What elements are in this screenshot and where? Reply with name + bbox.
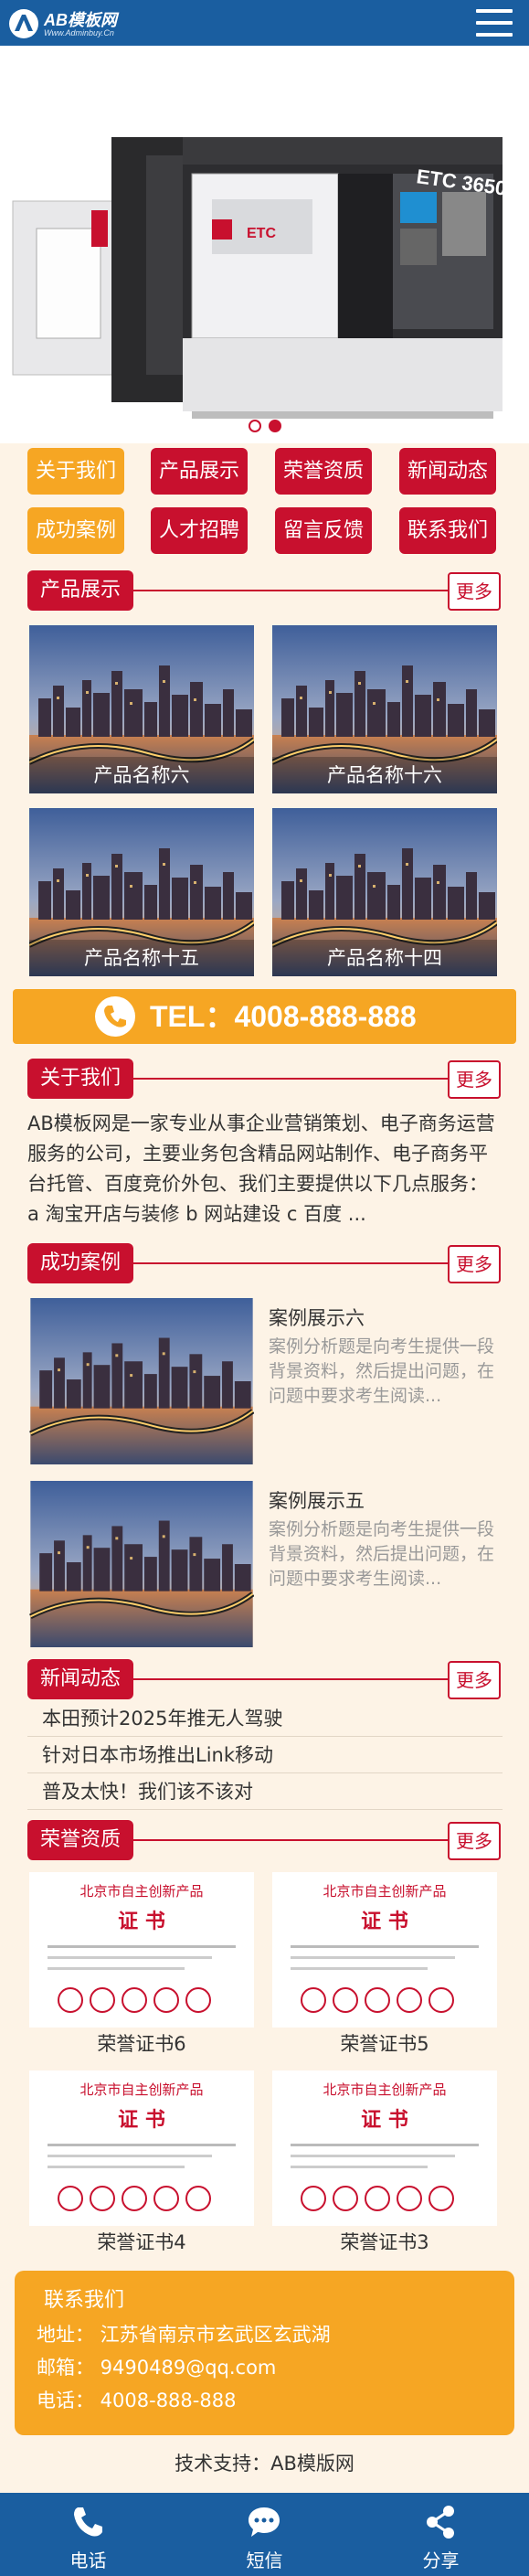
- certificate-seals: [48, 1945, 236, 2013]
- svg-text:ETC: ETC: [247, 226, 276, 241]
- product-name: 产品名称十五: [29, 940, 254, 976]
- certificate-card[interactable]: 北京市自主创新产品 证 书: [29, 1872, 254, 2028]
- news-item[interactable]: 针对日本市场推出Link移动: [27, 1737, 503, 1773]
- footer-sms-button[interactable]: 短信: [176, 2493, 353, 2576]
- contact-phone[interactable]: 电话： 4008-888-888: [37, 2386, 236, 2413]
- slide-dot-1[interactable]: [248, 420, 261, 432]
- certificate-name: 荣誉证书5: [340, 2033, 429, 2055]
- about-text: AB模板网是一家专业从事企业营销策划、电子商务运营服务的公司，主要业务包含精品网…: [27, 1112, 495, 1225]
- certificate-card[interactable]: 北京市自主创新产品 证 书: [29, 2070, 254, 2226]
- product-card[interactable]: 产品名称十五: [29, 808, 254, 976]
- product-name: 产品名称六: [29, 757, 254, 793]
- logo-subtext: Www.Adminbuy.Cn: [44, 28, 114, 37]
- more-button[interactable]: 更多: [448, 1661, 501, 1699]
- cases-section-header: 成功案例 更多: [27, 1243, 501, 1283]
- nav-feedback[interactable]: 留言反馈: [275, 507, 372, 554]
- footer-label: 分享: [422, 2549, 460, 2571]
- top-header: AB模板网 Www.Adminbuy.Cn: [0, 0, 529, 46]
- nav-honors[interactable]: 荣誉资质: [275, 448, 372, 495]
- contact-address: 地址： 江苏省南京市玄武区玄武湖: [37, 2324, 331, 2346]
- case-desc: 案例分析题是向考生提供一段背景资料，然后提出问题，在问题中要求考生阅读...: [269, 1519, 495, 1589]
- honors-section-header: 荣誉资质 更多: [27, 1820, 501, 1860]
- certificate-card[interactable]: 北京市自主创新产品 证 书: [272, 1872, 497, 2028]
- nav-jobs[interactable]: 人才招聘: [151, 507, 248, 554]
- section-title: 荣誉资质: [27, 1820, 134, 1860]
- more-button[interactable]: 更多: [448, 1822, 501, 1860]
- phone-icon: [74, 2507, 102, 2537]
- case-desc: 案例分析题是向考生提供一段背景资料，然后提出问题，在问题中要求考生阅读...: [269, 1336, 495, 1406]
- nav-about[interactable]: 关于我们: [27, 448, 124, 495]
- footer-call-button[interactable]: 电话: [0, 2493, 176, 2576]
- section-title: 成功案例: [27, 1243, 134, 1283]
- section-title: 产品展示: [27, 570, 134, 611]
- tel-number: TEL：4008-888-888: [150, 1000, 417, 1033]
- product-card[interactable]: 产品名称十六: [272, 625, 497, 793]
- products-section-header: 产品展示 更多: [27, 570, 501, 611]
- case-item[interactable]: 案例展示五 案例分析题是向考生提供一段背景资料，然后提出问题，在问题中要求考生阅…: [29, 1481, 503, 1647]
- more-button[interactable]: 更多: [448, 1245, 501, 1283]
- tech-support: 技术支持：AB模版网: [175, 2453, 354, 2475]
- case-title: 案例展示六: [269, 1307, 365, 1329]
- slide-dot-2[interactable]: [268, 420, 281, 432]
- certificate-seals: [291, 1945, 479, 2013]
- more-button[interactable]: 更多: [448, 1060, 501, 1099]
- news-item[interactable]: 本田预计2025年推无人驾驶: [27, 1700, 503, 1737]
- footer-label: 短信: [246, 2549, 283, 2571]
- tel-banner[interactable]: TEL：4008-888-888: [13, 989, 516, 1044]
- certificate-name: 荣誉证书4: [97, 2231, 186, 2253]
- product-name: 产品名称十六: [272, 757, 497, 793]
- product-card[interactable]: 产品名称十四: [272, 808, 497, 976]
- case-title: 案例展示五: [269, 1490, 365, 1512]
- product-card[interactable]: 产品名称六: [29, 625, 254, 793]
- banner-slider[interactable]: ETC ETC 3650: [0, 46, 529, 443]
- footer-label: 电话: [69, 2549, 107, 2571]
- bottom-bar: 电话 短信 分享: [0, 2493, 529, 2576]
- contact-email[interactable]: 邮箱： 9490489@qq.com: [37, 2353, 276, 2380]
- more-button[interactable]: 更多: [448, 572, 501, 611]
- message-icon: [249, 2507, 280, 2537]
- nav-products[interactable]: 产品展示: [151, 448, 248, 495]
- case-image: [29, 1298, 254, 1464]
- footer-share-button[interactable]: 分享: [353, 2493, 529, 2576]
- certificate-card[interactable]: 北京市自主创新产品 证 书: [272, 2070, 497, 2226]
- section-title: 关于我们: [27, 1059, 134, 1099]
- contact-box: 联系我们 地址： 江苏省南京市玄武区玄武湖 邮箱： 9490489@qq.com…: [15, 2271, 514, 2435]
- news-section-header: 新闻动态 更多: [27, 1659, 501, 1699]
- banner-dots: [0, 419, 529, 436]
- certificate-seals: [291, 2144, 479, 2211]
- nav-contact[interactable]: 联系我们: [399, 507, 496, 554]
- phone-icon: [95, 996, 135, 1037]
- section-title: 新闻动态: [27, 1659, 134, 1699]
- share-icon: [427, 2506, 454, 2539]
- certificate-name: 荣誉证书3: [340, 2231, 429, 2253]
- hamburger-menu-icon[interactable]: [476, 9, 513, 37]
- cnc-machine-image: ETC ETC 3650: [0, 46, 529, 443]
- certificate-seals: [48, 2144, 236, 2211]
- contact-title: 联系我们: [44, 2289, 125, 2312]
- product-name: 产品名称十四: [272, 940, 497, 976]
- logo-mark-icon: [9, 9, 38, 38]
- about-section-header: 关于我们 更多: [27, 1059, 501, 1099]
- site-logo[interactable]: AB模板网 Www.Adminbuy.Cn: [9, 5, 155, 42]
- nav-news[interactable]: 新闻动态: [399, 448, 496, 495]
- news-item[interactable]: 普及太快！我们该不该对: [27, 1773, 503, 1810]
- case-item[interactable]: 案例展示六 案例分析题是向考生提供一段背景资料，然后提出问题，在问题中要求考生阅…: [29, 1298, 503, 1464]
- nav-cases[interactable]: 成功案例: [27, 507, 124, 554]
- case-image: [29, 1481, 254, 1647]
- certificate-name: 荣誉证书6: [97, 2033, 186, 2055]
